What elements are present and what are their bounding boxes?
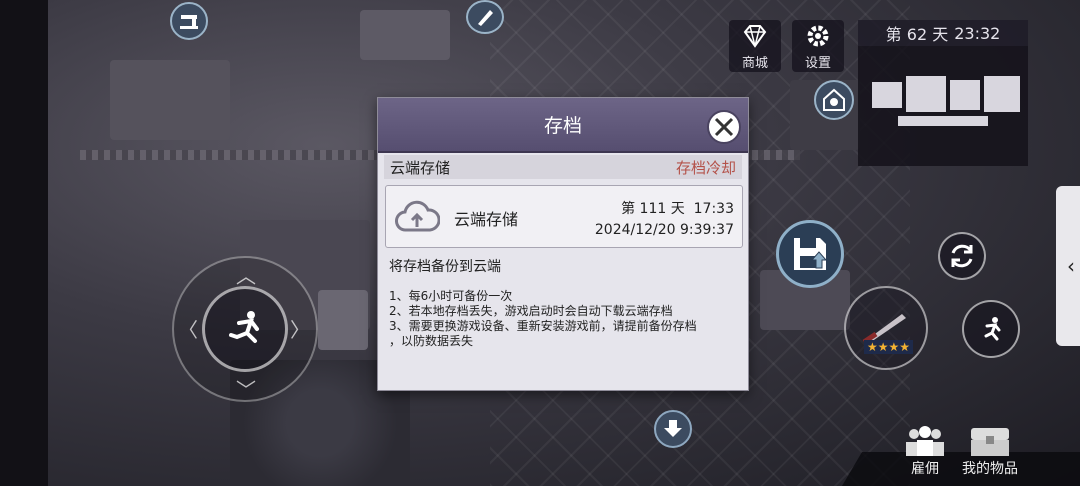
hire-people-icon bbox=[906, 426, 944, 456]
sewing-station-button[interactable] bbox=[170, 2, 208, 40]
chevron-down-icon: ﹀ bbox=[236, 378, 256, 402]
save-slot-name: 云端存储 bbox=[454, 210, 519, 229]
refresh-button[interactable] bbox=[938, 232, 986, 280]
chest-icon bbox=[971, 428, 1009, 456]
settings-button[interactable]: 设置 bbox=[792, 20, 844, 72]
shop-button[interactable]: 商城 bbox=[729, 20, 781, 72]
close-button[interactable] bbox=[707, 110, 741, 144]
save-slot-datetime: 2024/12/20 9:39:37 bbox=[594, 222, 734, 238]
minimap-room bbox=[950, 80, 980, 110]
backup-description: 将存档备份到云端 bbox=[389, 259, 501, 275]
cooldown-status: 存档冷却 bbox=[675, 158, 736, 177]
shop-label: 商城 bbox=[741, 55, 768, 71]
note-line: 3、需要更换游戏设备、重新安装游戏前，请提前备份存档 bbox=[389, 319, 697, 333]
clock-time: 23:32 bbox=[954, 23, 1001, 43]
run-icon bbox=[229, 311, 259, 343]
note-line: 2、若本地存档丢失，游戏启动时会自动下载云端存档 bbox=[389, 304, 673, 318]
settings-gear-icon bbox=[807, 25, 829, 46]
weapon-stars: ★★★★ bbox=[864, 340, 914, 354]
chevron-right-icon: 〉 bbox=[290, 318, 310, 342]
day-counter: 第 62 天 bbox=[885, 25, 949, 44]
dialog-header: 存档 bbox=[378, 98, 748, 153]
refresh-icon bbox=[951, 244, 973, 268]
minimap-room bbox=[906, 76, 946, 112]
screen-edge bbox=[0, 0, 48, 486]
save-floppy-icon bbox=[794, 238, 828, 270]
weapon-slot-button[interactable]: ★★★★ bbox=[844, 286, 928, 370]
section-label: 云端存储 bbox=[390, 158, 451, 177]
save-slot-time: 17:33 bbox=[693, 201, 734, 217]
hire-label: 雇佣 bbox=[911, 461, 939, 477]
save-slot-day-text: 第 111 天 bbox=[621, 201, 685, 217]
joystick-knob[interactable] bbox=[202, 286, 288, 372]
descend-button[interactable] bbox=[654, 410, 692, 448]
cloud-upload-icon bbox=[395, 200, 440, 232]
note-line: ，以防数据丢失 bbox=[389, 334, 474, 348]
day-time-display: 第 62 天 23:32 bbox=[858, 20, 1028, 46]
bottom-bar bbox=[842, 452, 1080, 486]
down-arrow-icon bbox=[664, 420, 682, 437]
close-icon bbox=[714, 117, 734, 137]
debris bbox=[110, 60, 230, 140]
sprint-icon bbox=[984, 317, 1001, 341]
chevron-left-icon: 〈 bbox=[178, 318, 198, 342]
debris bbox=[318, 290, 368, 350]
cloud-storage-section-header: 云端存储 存档冷却 bbox=[384, 155, 742, 179]
shelter-icon bbox=[823, 88, 845, 111]
hire-button[interactable]: 雇佣 bbox=[902, 424, 948, 478]
minimap[interactable] bbox=[858, 46, 1028, 166]
chevron-up-icon: ︿ bbox=[236, 264, 256, 288]
save-game-button[interactable] bbox=[776, 220, 844, 288]
sewing-icon bbox=[180, 15, 198, 29]
debris bbox=[360, 10, 450, 60]
chevron-left-icon: ‹ bbox=[1067, 254, 1075, 278]
saw-button[interactable] bbox=[466, 0, 504, 34]
minimap-room bbox=[898, 116, 988, 126]
save-slot-day: 第 111 天 17:33 bbox=[621, 198, 734, 218]
sprint-button[interactable] bbox=[962, 300, 1020, 358]
backup-notes: 1、每6小时可备份一次 2、若本地存档丢失，游戏启动时会自动下载云端存档 3、需… bbox=[389, 289, 741, 349]
save-dialog: 存档 云端存储 存档冷却 云端存储 第 111 天 17:33 2024/12/… bbox=[377, 97, 749, 391]
shelter-button[interactable] bbox=[814, 80, 854, 120]
side-panel-toggle[interactable]: ‹ bbox=[1056, 186, 1080, 346]
note-line: 1、每6小时可备份一次 bbox=[389, 289, 513, 303]
saw-icon bbox=[478, 10, 493, 26]
minimap-room bbox=[984, 76, 1020, 112]
movement-joystick[interactable]: ︿ ﹀ 〈 〉 bbox=[172, 256, 318, 402]
shop-diamond-icon bbox=[743, 24, 767, 48]
my-items-button[interactable]: 我的物品 bbox=[962, 424, 1018, 478]
dialog-title: 存档 bbox=[543, 115, 582, 137]
my-items-label: 我的物品 bbox=[962, 461, 1018, 477]
settings-label: 设置 bbox=[804, 55, 831, 71]
cloud-save-slot[interactable]: 云端存储 第 111 天 17:33 2024/12/20 9:39:37 bbox=[385, 185, 743, 248]
minimap-room bbox=[872, 82, 902, 108]
